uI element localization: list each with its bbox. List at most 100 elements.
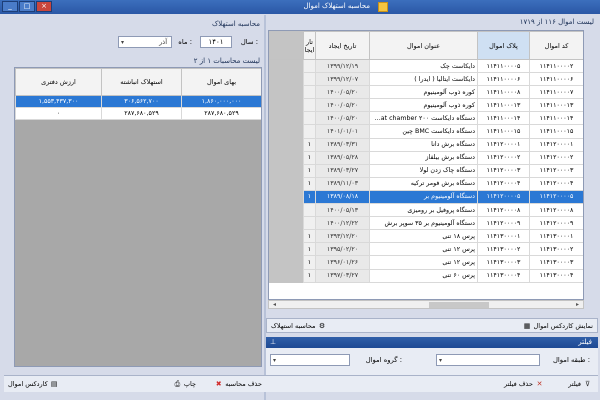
empty-cell: [269, 255, 304, 270]
filter-header[interactable]: فیلتر ⊥: [266, 337, 598, 348]
asset-plate-cell: ۱۱۴۱۳۰۰۰۰۳: [477, 255, 530, 270]
close-button[interactable]: ×: [36, 1, 52, 12]
create-date-cell: ۱۳۸۹/۰۳/۳۱: [315, 137, 370, 152]
kardex-button[interactable]: کاردکس اموال ▤: [8, 379, 59, 390]
clear-filter-button[interactable]: حذف فیلتر ✕: [504, 379, 544, 390]
asset-code-cell: ۱۱۴۱۳۰۰۰۰۳: [529, 255, 583, 270]
col-create-date-2[interactable]: تار ایجا: [303, 31, 316, 60]
table-row[interactable]: ۱۱۴۱۳۰۰۰۰۴ ۱۱۴۱۳۰۰۰۰۴ پرس ۶۰ تنی ۱۳۹۷/۰۳/۲۷…: [269, 268, 583, 283]
asset-code-cell: ۱۱۴۱۲۰۰۰۰۹: [529, 216, 583, 231]
table-row[interactable]: ۱۱۴۱۲۰۰۰۰۵ ۱۱۴۱۲۰۰۰۰۵ دستگاه آلومینیوم بر ۱…: [269, 189, 583, 205]
extra-cell: ۱: [303, 163, 316, 178]
pin-icon[interactable]: ⊥: [270, 338, 276, 346]
extra-cell: ۱: [303, 255, 316, 270]
scroll-left-icon[interactable]: ◂: [270, 301, 279, 308]
asset-title-cell: دستگاه دایکاست BMC چین: [369, 124, 478, 139]
table-row[interactable]: ۲۸۷,۶۸۰,۵۲۹ ۲۸۷,۶۸۰,۵۲۹ ۰: [15, 107, 261, 120]
asset-code-cell: ۱۱۴۱۳۰۰۰۰۴: [529, 268, 583, 283]
year-label: سال :: [240, 38, 258, 46]
delete-calc-button[interactable]: ✖ حذف محاسبه: [214, 379, 262, 390]
extra-cell: [303, 203, 316, 218]
create-date-cell: ۱۴۰۰/۰۵/۲۰: [315, 111, 370, 126]
month-select[interactable]: آذر ▾: [118, 36, 172, 48]
asset-title-cell: دایکاست چک: [369, 58, 478, 74]
table-row[interactable]: ۱۱۴۱۲۰۰۰۰۴ ۱۱۴۱۲۰۰۰۰۴ دستگاه برش فومر ترکی…: [269, 176, 583, 191]
table-row[interactable]: ۱۱۴۱۱۰۰۰۰۷ ۱۱۴۱۱۰۰۰۰۸ کوره ذوب آلومینیوم ۱۴…: [269, 85, 583, 100]
table-row[interactable]: ۱۱۴۱۲۰۰۰۰۸ ۱۱۴۱۲۰۰۰۰۸ دستگاه پروفیل بر روم…: [269, 203, 583, 218]
book-value-cell: ۱,۵۵۳,۴۳۷,۳۰۰: [15, 95, 102, 108]
table-row[interactable]: ۱۱۴۱۲۰۰۰۰۲ ۱۱۴۱۲۰۰۰۰۲ دستگاه برش بیلفاز ۱۳۸…: [269, 150, 583, 165]
asset-code-cell: ۱۱۴۱۲۰۰۰۰۵: [529, 189, 583, 205]
empty-cell: [269, 72, 304, 87]
col-accum-depreciation[interactable]: استهلاک انباشته: [101, 68, 182, 96]
calc-depreciation-button[interactable]: محاسبه استهلاک ⚙: [271, 321, 327, 332]
table-row[interactable]: ۱۱۴۱۲۰۰۰۰۱ ۱۱۴۱۲۰۰۰۰۱ دستگاه برش دانا ۱۳۸۹/…: [269, 137, 583, 152]
create-date-cell: ۱۳۹۵/۰۲/۲۰: [315, 242, 370, 257]
asset-plate-cell: ۱۱۴۱۱۰۰۰۱۳: [477, 98, 530, 113]
create-date-cell: ۱۳۹۹/۱۲/۰۷: [315, 72, 370, 87]
month-value: آذر: [159, 38, 167, 46]
asset-code-cell: ۱۱۴۱۱۰۰۰۱۵: [529, 124, 583, 139]
empty-cell: [269, 229, 304, 244]
filter-button[interactable]: فیلتر ⊽: [568, 379, 592, 390]
scroll-right-icon[interactable]: ▸: [573, 301, 582, 308]
empty-cell: [269, 163, 304, 178]
extra-cell: ۱: [303, 242, 316, 257]
table-row[interactable]: ۱۱۴۱۲۰۰۰۰۹ ۱۱۴۱۲۰۰۰۰۹ دستگاه آلومینیوم بر …: [269, 216, 583, 231]
create-date-cell: ۱۳۸۹/۰۵/۲۸: [315, 150, 370, 165]
table-row[interactable]: ۱۱۴۱۱۰۰۰۰۶ ۱۱۴۱۱۰۰۰۰۶ دایکاست ایتالیا ( ای…: [269, 72, 583, 87]
table-row[interactable]: ۱۱۴۱۱۰۰۰۰۲ ۱۱۴۱۱۰۰۰۰۵ دایکاست چک ۱۳۹۹/۱۲/۱۹: [269, 58, 583, 74]
clear-filter-icon: ✕: [536, 380, 543, 388]
asset-grid[interactable]: کد اموال پلاک اموال عنوان اموال تاریخ ای…: [268, 30, 584, 300]
extra-cell: [303, 85, 316, 100]
col-asset-code[interactable]: کد اموال: [529, 31, 583, 60]
print-button[interactable]: ⎙ چاپ: [173, 379, 196, 390]
col-create-date[interactable]: تاریخ ایجاد: [315, 31, 370, 60]
asset-code-cell: ۱۱۴۱۱۰۰۰۰۲: [529, 58, 583, 74]
table-row[interactable]: ۱۱۴۱۳۰۰۰۰۱ ۱۱۴۱۳۰۰۰۰۱ پرس ۱۸ تنی ۱۳۹۳/۱۲/۲۰…: [269, 229, 583, 244]
title-bar: محاسبه استهلاک اموال _ □ ×: [0, 0, 600, 14]
asset-group-select[interactable]: ▾: [270, 354, 350, 366]
table-row[interactable]: ۱۱۴۱۱۰۰۰۱۳ ۱۱۴۱۱۰۰۰۱۳ کوره ذوب آلومینیوم ۱۴…: [269, 98, 583, 113]
asset-price-cell: ۲۸۷,۶۸۰,۵۲۹: [181, 107, 261, 120]
calc-grid[interactable]: بهای اموال استهلاک انباشته ارزش دفتری ۱,…: [14, 67, 262, 367]
grid-icon: ▦: [523, 322, 531, 330]
maximize-button[interactable]: □: [19, 1, 35, 12]
col-asset-price[interactable]: بهای اموال: [181, 68, 261, 96]
empty-cell: [269, 111, 304, 126]
create-date-cell: ۱۳۸۹/۱۱/۰۳: [315, 176, 370, 191]
print-icon: ⎙: [174, 380, 181, 388]
col-book-value[interactable]: ارزش دفتری: [15, 68, 102, 96]
asset-title-cell: دستگاه آلومینیوم بر: [369, 189, 478, 205]
col-asset-plate[interactable]: پلاک اموال: [477, 31, 530, 60]
table-row[interactable]: ۱۱۴۱۳۰۰۰۰۲ ۱۱۴۱۳۰۰۰۰۲ پرس ۱۲ تنی ۱۳۹۵/۰۲/۲۰…: [269, 242, 583, 257]
extra-cell: ۱: [303, 150, 316, 165]
asset-code-cell: ۱۱۴۱۱۰۰۰۰۷: [529, 85, 583, 100]
year-input[interactable]: ۱۴۰۱: [200, 36, 232, 48]
asset-plate-cell: ۱۱۴۱۲۰۰۰۰۵: [477, 189, 530, 205]
table-row[interactable]: ۱۱۴۱۱۰۰۰۱۵ ۱۱۴۱۱۰۰۰۱۵ دستگاه دایکاست BMC چ…: [269, 124, 583, 139]
minimize-button[interactable]: _: [2, 1, 18, 12]
table-row[interactable]: ۱,۸۶۰,۰۰۰,۰۰۰ ۳۰۶,۵۶۲,۷۰۰ ۱,۵۵۳,۴۳۷,۳۰۰: [15, 95, 261, 108]
filter-panel: طبقه اموال : ▾ گروه اموال : ▾: [266, 348, 598, 375]
asset-class-select[interactable]: ▾: [436, 354, 540, 366]
show-kardex-button[interactable]: ▦ نمایش کاردکس اموال: [523, 321, 593, 332]
scroll-thumb[interactable]: [429, 302, 489, 308]
asset-title-cell: پرس ۱۲ تنی: [369, 255, 478, 270]
asset-code-cell: ۱۱۴۱۳۰۰۰۰۱: [529, 229, 583, 244]
empty-cell: [269, 176, 304, 191]
asset-plate-cell: ۱۱۴۱۲۰۰۰۰۱: [477, 137, 530, 152]
col-asset-title[interactable]: عنوان اموال: [369, 31, 478, 60]
table-row[interactable]: ۱۱۴۱۲۰۰۰۰۳ ۱۱۴۱۲۰۰۰۰۳ دستگاه چاک زدن لولا ۱…: [269, 163, 583, 178]
table-row[interactable]: ۱۱۴۱۳۰۰۰۰۳ ۱۱۴۱۳۰۰۰۰۳ پرس ۱۲ تنی ۱۳۹۶/۰۱/۲۶…: [269, 255, 583, 270]
asset-plate-cell: ۱۱۴۱۲۰۰۰۰۳: [477, 163, 530, 178]
kardex-label: کاردکس اموال: [8, 380, 48, 388]
empty-cell: [269, 58, 304, 74]
asset-grid-hscrollbar[interactable]: ◂ ▸: [268, 300, 584, 309]
empty-cell: [269, 124, 304, 139]
empty-cell: [269, 242, 304, 257]
extra-cell: [303, 124, 316, 139]
asset-plate-cell: ۱۱۴۱۳۰۰۰۰۱: [477, 229, 530, 244]
calc-table: بهای اموال استهلاک انباشته ارزش دفتری ۱,…: [15, 68, 261, 120]
table-row[interactable]: ۱۱۴۱۱۰۰۰۱۴ ۱۱۴۱۱۰۰۰۱۴ دستگاه دایکاست ۲۰۰ h…: [269, 111, 583, 126]
